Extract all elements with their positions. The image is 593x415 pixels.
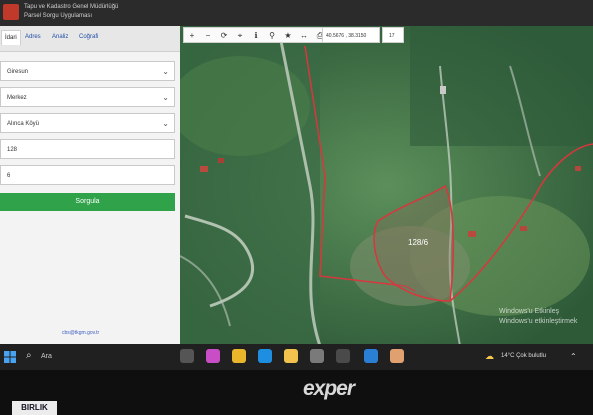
app-title: Tapu ve Kadastro Genel Müdürlüğü Parsel … [24,3,118,21]
screen: Tapu ve Kadastro Genel Müdürlüğü Parsel … [0,0,593,370]
map-imagery [180,26,593,346]
tab-idari[interactable]: İdari [1,30,21,45]
store-icon[interactable] [310,349,324,363]
system-tray-icon[interactable]: ⌃ [570,352,577,361]
task-view-icon[interactable] [180,349,194,363]
tkgm-logo [3,4,19,20]
search-icon[interactable]: ⌕ [26,350,32,361]
watermark-line2: Windows'u etkinleştirmek [499,318,578,325]
active-app-icon[interactable] [390,349,404,363]
windows-start-icon[interactable] [4,351,16,363]
app-icon[interactable] [336,349,350,363]
coordinate-readout: 40.5676 , 38.3150 [322,27,380,43]
edge-icon[interactable] [258,349,272,363]
tab-analiz[interactable]: Analiz [52,34,68,40]
monitor-brand-logo: exper [303,377,355,400]
province-value: Giresun [7,69,29,75]
weather-description: Çok bulutlu [516,353,547,359]
chevron-down-icon: ⌄ [162,119,169,128]
app-title-line1: Tapu ve Kadastro Genel Müdürlüğü [24,4,119,10]
parcel-input[interactable]: 6 [0,165,175,185]
block-input[interactable]: 128 [0,139,175,159]
chevron-down-icon: ⌄ [162,67,169,76]
taskbar-search[interactable]: Ara [41,353,52,360]
satellite-map[interactable] [180,26,593,346]
measure-icon[interactable]: ⚲ [266,30,278,42]
info-icon[interactable]: ℹ [250,30,262,42]
query-sidebar: İdari Adres Analiz Coğrafi Giresun ⌄ Mer… [0,26,180,346]
pan-icon[interactable]: ↔ [298,30,310,42]
chrome-icon[interactable] [232,349,246,363]
contact-email[interactable]: cbs@tkgm.gov.tr [62,330,99,336]
watermark-line1: Windows'u Etkinleş [499,308,560,315]
zoom-in-icon[interactable]: + [186,30,198,42]
district-value: Merkez [7,95,27,101]
zoom-level: 17 [382,27,404,43]
locate-icon[interactable]: ⌖ [234,30,246,42]
weather-temperature[interactable]: 14°C Çok bulutlu [501,353,546,359]
temperature-value: 14°C [501,353,515,359]
copilot-icon[interactable] [206,349,220,363]
tab-bar: İdari Adres Analiz Coğrafi [0,26,180,52]
zoom-out-icon[interactable]: − [202,30,214,42]
monitor-bezel [0,370,593,415]
district-select[interactable]: Merkez ⌄ [0,87,175,107]
weather-icon[interactable]: ☁ [485,351,494,362]
app-header: Tapu ve Kadastro Genel Müdürlüğü Parsel … [0,0,593,26]
neighborhood-select[interactable]: Alınca Köyü ⌄ [0,113,175,133]
tab-adres[interactable]: Adres [25,34,41,40]
outlook-icon[interactable] [364,349,378,363]
file-explorer-icon[interactable] [284,349,298,363]
province-select[interactable]: Giresun ⌄ [0,61,175,81]
tab-cografi[interactable]: Coğrafi [79,34,98,40]
query-button[interactable]: Sorgula [0,193,175,211]
neighborhood-value: Alınca Köyü [7,121,40,127]
activation-watermark: Windows'u Etkinleş Windows'u etkinleştir… [499,307,577,327]
taskbar: ⌕ Ara ☁ 14°C Çok bulutlu ⌃ [0,344,593,370]
block-value: 128 [7,147,18,153]
parcel-label: 128/6 [408,238,429,247]
chevron-down-icon: ⌄ [162,93,169,102]
refresh-icon[interactable]: ⟳ [218,30,230,42]
parcel-value: 6 [7,173,11,179]
sticker-label: BIRLIK [12,401,57,415]
app-title-line2: Parsel Sorgu Uygulaması [24,13,93,19]
favorite-icon[interactable]: ★ [282,30,294,42]
